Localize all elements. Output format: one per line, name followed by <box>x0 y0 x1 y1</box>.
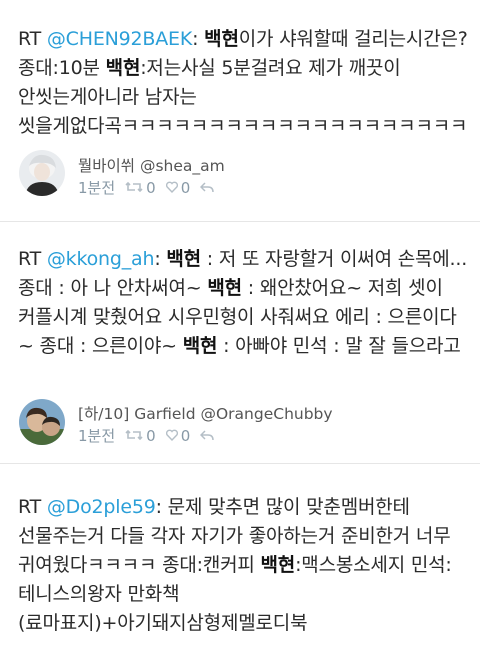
highlight-keyword: 백현 <box>260 554 296 576</box>
tweet-author[interactable]: [하/10] Garfield @OrangeChubby <box>78 402 333 424</box>
retweet-icon[interactable] <box>125 179 143 197</box>
tweet-text: RT @CHEN92BAEK: 백현이가 샤워할때 걸리는시간은? 종대:10분… <box>18 25 468 141</box>
rt-prefix: RT <box>18 248 47 270</box>
like-count: 0 <box>180 178 191 197</box>
text-segment: : <box>154 248 167 270</box>
avatar[interactable] <box>19 399 65 445</box>
heart-icon[interactable] <box>165 179 178 197</box>
retweet-icon[interactable] <box>125 427 143 445</box>
tweet-item[interactable]: RT @CHEN92BAEK: 백현이가 샤워할때 걸리는시간은? 종대:10분… <box>0 0 480 222</box>
heart-icon[interactable] <box>165 427 178 445</box>
avatar[interactable] <box>19 150 65 196</box>
tweet-meta: 1분전 0 0 <box>78 425 217 446</box>
rt-prefix: RT <box>18 496 47 518</box>
tweet-text: RT @kkong_ah: 백현 : 저 또 자랑할거 이써여 손목에... 종… <box>18 245 468 361</box>
reply-icon[interactable] <box>200 427 214 445</box>
like-count: 0 <box>180 426 191 445</box>
highlight-keyword: 백현 <box>166 248 201 270</box>
retweet-count: 0 <box>146 178 156 197</box>
tweet-text: RT @Do2ple59: 문제 맞추면 많이 맞춘멤버한테 선물주는거 다들 … <box>18 493 468 638</box>
text-segment: : <box>192 28 205 50</box>
tweet-time: 1분전 <box>78 179 116 197</box>
reply-icon[interactable] <box>200 179 214 197</box>
mention-link[interactable]: @kkong_ah <box>47 248 155 270</box>
tweet-time: 1분전 <box>78 427 116 445</box>
highlight-keyword: 백현 <box>105 57 141 79</box>
mention-link[interactable]: @Do2ple59 <box>47 496 156 518</box>
rt-prefix: RT <box>18 28 47 50</box>
tweet-author[interactable]: 뭘바이쒸 @shea_am <box>78 154 225 176</box>
highlight-keyword: 백현 <box>207 277 242 299</box>
text-segment: : 아빠야 민석 : 말 잘 들으라고 <box>217 335 461 357</box>
retweet-count: 0 <box>146 426 156 445</box>
highlight-keyword: 백현 <box>204 28 239 50</box>
tweet-meta: 1분전 0 0 <box>78 177 217 198</box>
mention-link[interactable]: @CHEN92BAEK <box>47 28 192 50</box>
highlight-keyword: 백현 <box>182 335 218 357</box>
